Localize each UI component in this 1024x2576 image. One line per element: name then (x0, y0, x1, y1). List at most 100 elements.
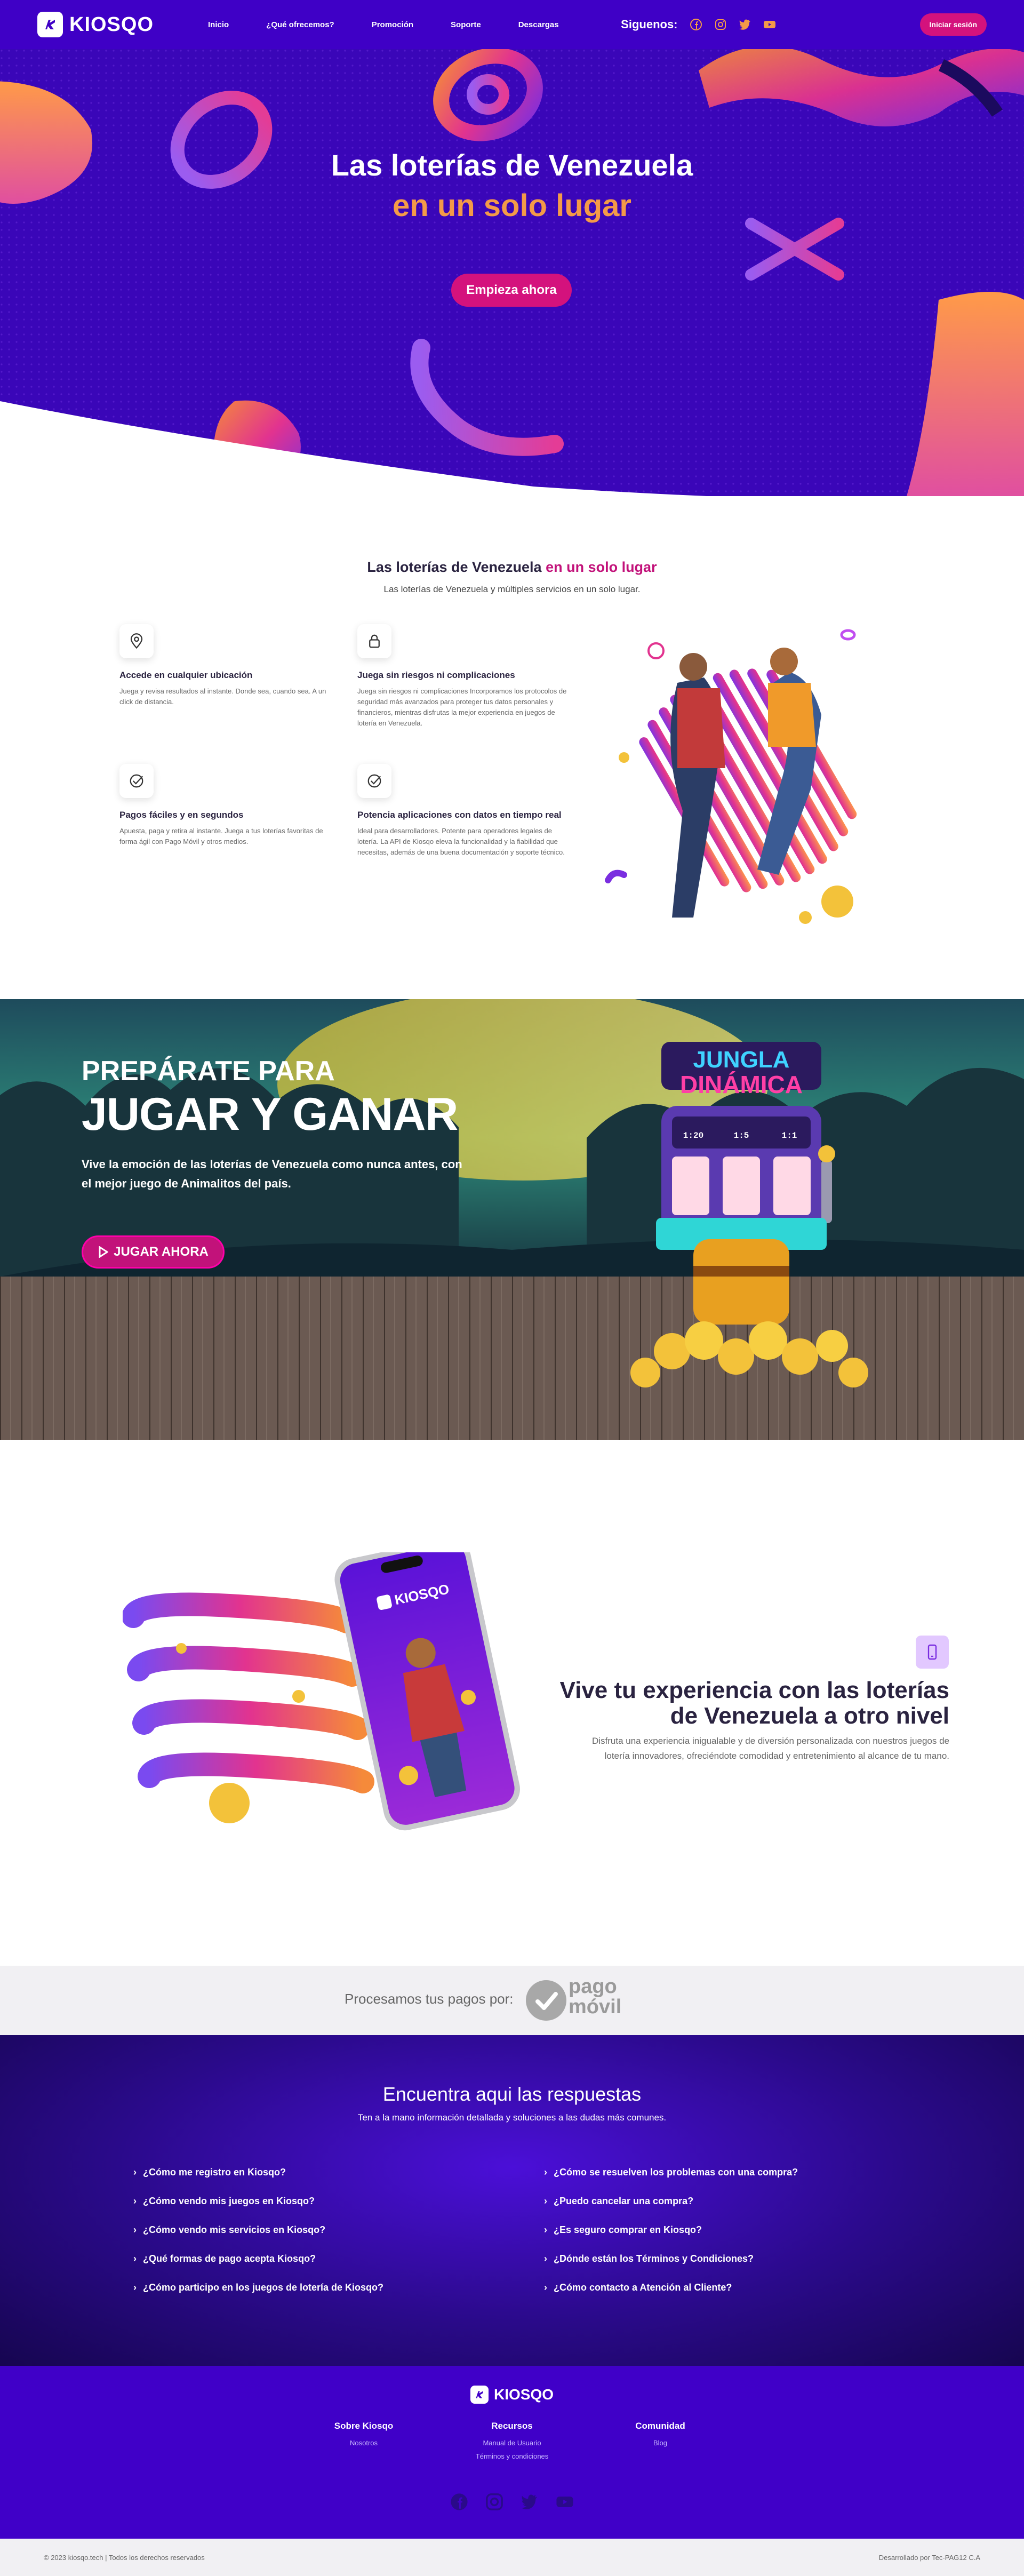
footer-column-title: Comunidad (635, 2421, 685, 2431)
pago-movil-line-1: pago (569, 1975, 617, 1998)
experience-title: Vive tu experiencia con las loterías de … (559, 1677, 949, 1729)
phone-app-illustration: KIOSQO (123, 1552, 520, 1831)
developer-credit: Desarrollado por Tec-PAG12 C.A (878, 2553, 980, 2562)
faq-question: ¿Cómo participo en los juegos de lotería… (143, 2282, 384, 2293)
main-menu: Inicio ¿Qué ofrecemos? Promoción Soporte… (208, 20, 559, 29)
facebook-icon[interactable] (450, 2493, 468, 2511)
faq-item[interactable]: › ¿Cómo contacto a Atención al Cliente? (544, 2282, 928, 2293)
faq-question: ¿Cómo vendo mis servicios en Kiosqo? (143, 2224, 326, 2235)
footer-link-nosotros[interactable]: Nosotros (310, 2439, 417, 2447)
footer-link-manual[interactable]: Manual de Usuario (459, 2439, 565, 2447)
faq-subtitle: Ten a la mano información detallada y so… (357, 2112, 667, 2123)
smartphone-icon (916, 1636, 949, 1669)
hero-section: Las loterías de Venezuela en un solo lug… (0, 49, 1024, 496)
play-now-label: JUGAR AHORA (114, 1245, 209, 1259)
features-title-accent: en un solo lugar (546, 559, 657, 575)
faq-item[interactable]: › ¿Es seguro comprar en Kiosqo? (544, 2224, 928, 2236)
follow-label: Siguenos: (621, 18, 678, 31)
faq-item[interactable]: › ¿Dónde están los Términos y Condiciones… (544, 2253, 928, 2264)
footer-bottom-bar: © 2023 kiosqo.tech | Todos los derechos … (0, 2539, 1024, 2576)
faq-item[interactable]: › ¿Cómo vendo mis servicios en Kiosqo? (133, 2224, 517, 2236)
feature-text: Juega sin riesgos ni complicaciones Inco… (357, 687, 567, 727)
footer-column-title: Sobre Kiosqo (334, 2421, 394, 2431)
chevron-right-icon: › (133, 2282, 137, 2293)
faq-item[interactable]: › ¿Puedo cancelar una compra? (544, 2196, 928, 2207)
features-subtitle: Las loterías de Venezuela y múltiples se… (383, 584, 641, 594)
chevron-right-icon: › (544, 2167, 547, 2178)
faq-question: ¿Dónde están los Términos y Condiciones? (554, 2253, 754, 2264)
faq-item[interactable]: › ¿Qué formas de pago acepta Kiosqo? (133, 2253, 517, 2264)
footer-link-blog[interactable]: Blog (607, 2439, 714, 2447)
chevron-right-icon: › (133, 2196, 137, 2206)
faq-column-right: › ¿Cómo se resuelven los problemas con un… (544, 2167, 928, 2293)
pago-movil-logo: pago móvil (569, 1976, 621, 2017)
instagram-icon[interactable] (485, 2493, 503, 2511)
nav-link-descargas[interactable]: Descargas (518, 20, 559, 29)
brand-logo[interactable]: KIOSQO (37, 12, 197, 37)
promo-line-2: JUGAR Y GANAR (82, 1089, 458, 1140)
instagram-icon[interactable] (714, 18, 727, 31)
pago-movil-line-2: móvil (569, 1996, 622, 2018)
faq-title: Encuentra aqui las respuestas (382, 2083, 642, 2105)
nav-link-soporte[interactable]: Soporte (451, 20, 481, 29)
feature-card-security: Juega sin riesgos ni complicaciones Jueg… (357, 624, 571, 729)
faq-question: ¿Cómo vendo mis juegos en Kiosqo? (143, 2196, 315, 2206)
footer-brand-name: KIOSQO (493, 2386, 554, 2403)
feature-text: Ideal para desarrolladores. Potente para… (357, 827, 565, 856)
kiosqo-logo-icon (470, 2386, 489, 2404)
nav-link-inicio[interactable]: Inicio (208, 20, 229, 29)
top-navbar: KIOSQO Inicio ¿Qué ofrecemos? Promoción … (0, 0, 1024, 49)
game-title-2: DINÁMICA (680, 1071, 803, 1098)
copyright-text: © 2023 kiosqo.tech | Todos los derechos … (44, 2553, 205, 2562)
experience-text: Disfruta una experiencia inigualable y d… (591, 1736, 949, 1761)
chevron-right-icon: › (544, 2224, 547, 2235)
footer-column-about: Sobre Kiosqo Nosotros (310, 2421, 417, 2447)
check-circle-icon (357, 764, 391, 798)
feature-title: Pagos fáciles y en segundos (119, 810, 244, 820)
hero-subtitle: en un solo lugar (393, 188, 631, 223)
faq-question: ¿Cómo me registro en Kiosqo? (143, 2167, 286, 2178)
reel-ratio-1: 1:20 (683, 1131, 703, 1141)
faq-item[interactable]: › ¿Cómo se resuelven los problemas con un… (544, 2167, 928, 2178)
footer-logo[interactable]: KIOSQO (0, 2386, 1024, 2404)
play-now-button[interactable]: JUGAR AHORA (82, 1235, 225, 1269)
kiosqo-logo-icon (37, 12, 63, 37)
game-title-1: JUNGLA (693, 1047, 790, 1073)
nav-link-que-ofrecemos[interactable]: ¿Qué ofrecemos? (266, 20, 334, 29)
twitter-icon[interactable] (739, 18, 751, 31)
chevron-right-icon: › (133, 2167, 137, 2178)
chevron-right-icon: › (544, 2282, 547, 2293)
nav-link-promocion[interactable]: Promoción (372, 20, 413, 29)
faq-question: ¿Puedo cancelar una compra? (554, 2196, 694, 2206)
chevron-right-icon: › (544, 2196, 547, 2206)
youtube-icon[interactable] (763, 18, 776, 31)
facebook-icon[interactable] (690, 18, 702, 31)
features-title-main: Las loterías de Venezuela (367, 559, 546, 575)
reel-ratio-2: 1:5 (734, 1131, 749, 1141)
feature-card-payments: Pagos fáciles y en segundos Apuesta, pag… (119, 764, 333, 847)
youtube-icon[interactable] (556, 2493, 574, 2511)
feature-title: Juega sin riesgos ni complicaciones (357, 670, 515, 680)
brand-name: KIOSQO (69, 13, 154, 36)
login-button[interactable]: Iniciar sesión (919, 13, 987, 36)
social-follow: Siguenos: (621, 18, 775, 31)
faq-question: ¿Qué formas de pago acepta Kiosqo? (143, 2253, 316, 2264)
faq-item[interactable]: › ¿Cómo vendo mis juegos en Kiosqo? (133, 2196, 517, 2207)
play-icon (99, 1246, 109, 1258)
start-now-button[interactable]: Empieza ahora (451, 274, 572, 307)
promo-text: Vive la emoción de las loterías de Venez… (82, 1158, 462, 1190)
faq-question: ¿Cómo contacto a Atención al Cliente? (554, 2282, 732, 2293)
faq-item[interactable]: › ¿Cómo participo en los juegos de loterí… (133, 2282, 517, 2293)
faq-question: ¿Es seguro comprar en Kiosqo? (554, 2224, 702, 2235)
footer-column-community: Comunidad Blog (607, 2421, 714, 2447)
jumping-couple-illustration (605, 629, 857, 924)
faq-item[interactable]: › ¿Cómo me registro en Kiosqo? (133, 2167, 517, 2178)
feature-card-api: Potencia aplicaciones con datos en tiemp… (357, 764, 571, 858)
footer-social-links (0, 2493, 1024, 2511)
twitter-icon[interactable] (521, 2493, 539, 2511)
faq-question: ¿Cómo se resuelven los problemas con una… (554, 2167, 798, 2178)
footer-link-terms[interactable]: Términos y condiciones (459, 2452, 565, 2460)
hero-title: Las loterías de Venezuela (331, 148, 693, 182)
footer-column-resources: Recursos Manual de Usuario Términos y co… (459, 2421, 565, 2460)
chevron-right-icon: › (133, 2253, 137, 2264)
